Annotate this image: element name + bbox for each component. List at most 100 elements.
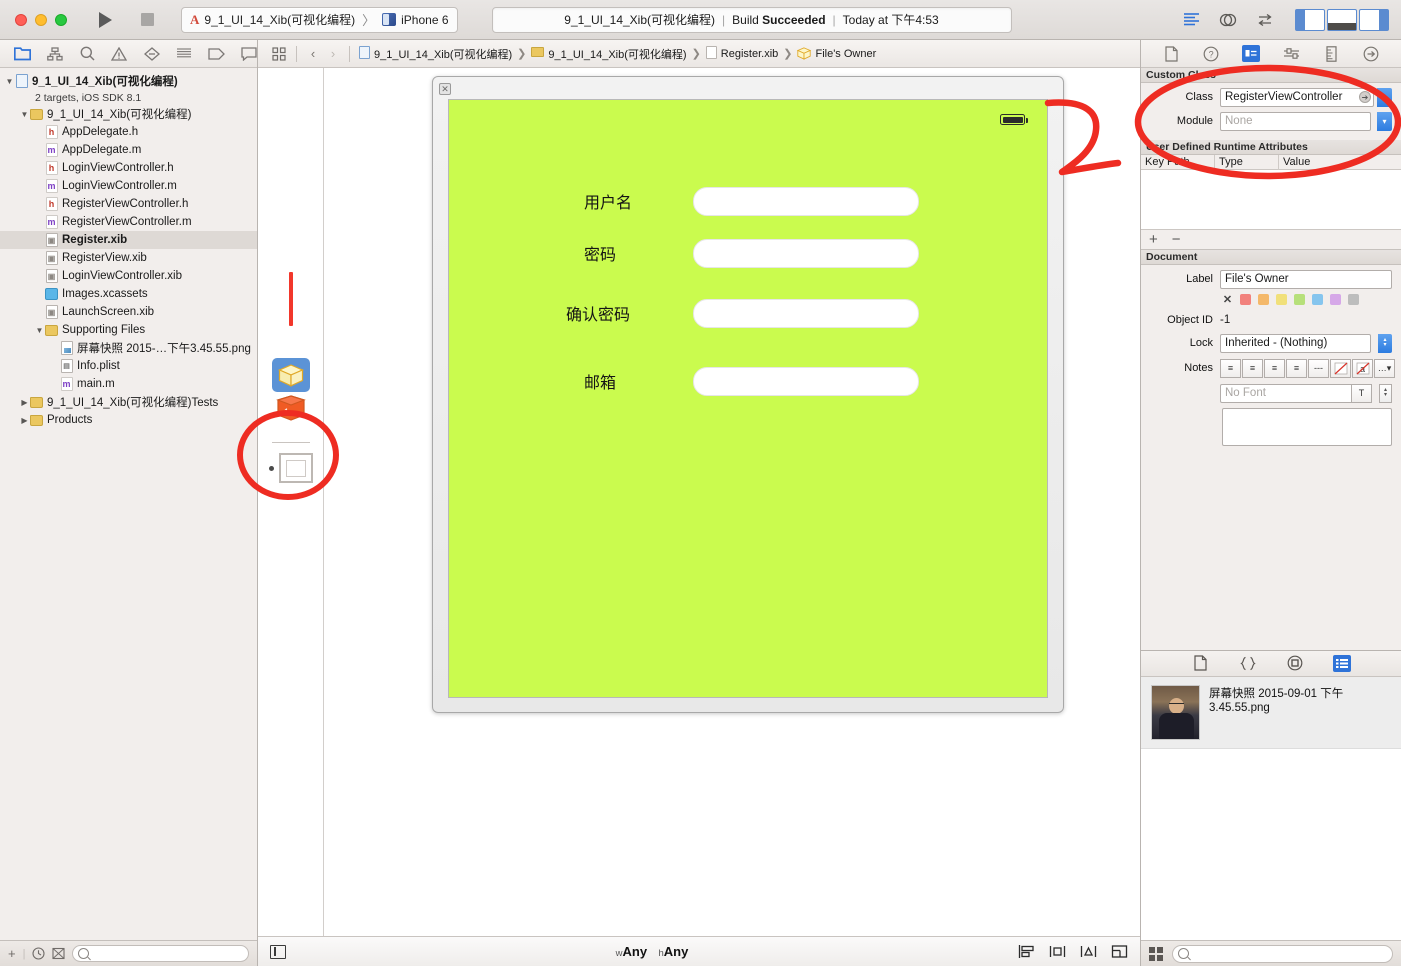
recent-files-filter-button[interactable] <box>32 947 46 960</box>
standard-editor-button[interactable] <box>1174 8 1208 32</box>
close-icon[interactable]: ✕ <box>439 83 451 95</box>
tab-connections-inspector[interactable] <box>1362 45 1380 62</box>
class-combo-arrow[interactable]: ▾ <box>1377 87 1392 107</box>
tree-row[interactable]: ▶ 9_1_UI_14_Xib(可视化编程)Tests <box>0 393 257 411</box>
notes-textarea[interactable] <box>1222 408 1392 446</box>
breadcrumb-item[interactable]: 9_1_UI_14_Xib(可视化编程) <box>528 46 689 62</box>
form-text-field[interactable] <box>693 298 919 328</box>
color-swatch[interactable] <box>1312 293 1323 305</box>
project-file-tree[interactable]: ▼ 9_1_UI_14_Xib(可视化编程) 2 targets, iOS SDK … <box>0 68 257 940</box>
lock-field-input[interactable]: Inherited - (Nothing) <box>1220 333 1371 353</box>
label-field-input[interactable]: File's Owner <box>1220 269 1392 289</box>
toggle-debug-area-button[interactable] <box>1327 8 1357 31</box>
tree-row[interactable]: m RegisterViewController.m <box>0 213 257 231</box>
zoom-window-button[interactable] <box>55 13 67 26</box>
tab-breakpoint-navigator[interactable] <box>208 46 225 62</box>
no-color-icon[interactable] <box>1330 358 1351 378</box>
toggle-navigator-button[interactable] <box>1295 8 1325 31</box>
grid-icon[interactable] <box>1149 946 1163 961</box>
tree-row[interactable]: m main.m <box>0 375 257 393</box>
resolve-issues-button[interactable] <box>1080 944 1097 959</box>
size-class-indicator[interactable]: wAny hAny <box>286 944 1018 959</box>
align-center-icon[interactable]: ≡ <box>1242 358 1263 378</box>
class-jump-icon[interactable]: ➔ <box>1359 91 1371 103</box>
version-editor-button[interactable] <box>1248 8 1282 32</box>
tab-debug-navigator[interactable] <box>176 46 192 62</box>
minimize-window-button[interactable] <box>35 13 47 26</box>
color-swatch[interactable] <box>1330 293 1341 305</box>
align-left-icon[interactable]: ≡ <box>1220 358 1241 378</box>
color-swatch[interactable] <box>1258 293 1269 305</box>
tree-row[interactable]: Images.xcassets <box>0 285 257 303</box>
media-library-item[interactable]: 屏幕快照 2015-09-01 下午 3.45.55.png <box>1141 676 1401 749</box>
tab-size-inspector[interactable] <box>1322 45 1340 62</box>
color-swatch[interactable] <box>1294 293 1305 305</box>
tree-row[interactable]: ▣ LaunchScreen.xib <box>0 303 257 321</box>
tree-row[interactable]: ▣ LoginViewController.xib <box>0 267 257 285</box>
font-field-input[interactable]: No Font <box>1220 383 1368 403</box>
run-button[interactable] <box>85 7 125 33</box>
close-window-button[interactable] <box>15 13 27 26</box>
module-combo-arrow[interactable]: ▾ <box>1377 111 1392 131</box>
tree-row[interactable]: h AppDelegate.h <box>0 123 257 141</box>
lock-stepper[interactable]: ▴ ▾ <box>1378 333 1392 353</box>
form-text-field[interactable] <box>693 186 919 216</box>
navigate-forward-button[interactable]: › <box>323 46 343 61</box>
color-swatch[interactable] <box>1348 293 1359 305</box>
tree-row[interactable]: h LoginViewController.h <box>0 159 257 177</box>
source-control-filter-button[interactable] <box>52 947 66 960</box>
tree-row[interactable]: m LoginViewController.m <box>0 177 257 195</box>
dock-view-object[interactable] <box>268 453 313 483</box>
resizing-button[interactable] <box>1111 944 1128 959</box>
assistant-editor-button[interactable] <box>1211 8 1245 32</box>
dock-first-responder[interactable]: 1 <box>275 394 307 422</box>
tab-symbol-navigator[interactable] <box>47 46 63 62</box>
disclosure-triangle[interactable]: ▶ <box>19 416 30 425</box>
navigate-back-button[interactable]: ‹ <box>303 46 323 61</box>
tree-row[interactable]: ▼ Supporting Files <box>0 321 257 339</box>
tab-file-inspector[interactable] <box>1162 45 1180 62</box>
breadcrumb-item[interactable]: Register.xib <box>703 45 781 62</box>
breadcrumb[interactable]: 9_1_UI_14_Xib(可视化编程) ❯ 9_1_UI_14_Xib(可视化编程… <box>356 45 879 62</box>
tree-row[interactable]: ▶ Products <box>0 411 257 429</box>
disclosure-triangle[interactable]: ▶ <box>19 398 30 407</box>
tab-issue-navigator[interactable] <box>111 46 128 62</box>
tab-object-library[interactable] <box>1286 655 1304 672</box>
scheme-selector[interactable]: A 9_1_UI_14_Xib(可视化编程) 〉 iPhone 6 <box>181 6 458 33</box>
navigator-filter-field[interactable] <box>72 945 249 962</box>
tab-test-navigator[interactable] <box>143 46 160 62</box>
breadcrumb-item[interactable]: 9_1_UI_14_Xib(可视化编程) <box>356 45 515 62</box>
align-justify-icon[interactable]: ≡ <box>1286 358 1307 378</box>
runtime-attributes-table[interactable] <box>1141 170 1401 230</box>
form-text-field[interactable] <box>693 238 919 268</box>
tree-row[interactable]: ▼ 9_1_UI_14_Xib(可视化编程) <box>0 105 257 123</box>
tree-row[interactable]: 屏幕快照 2015-…下午3.45.55.png <box>0 339 257 357</box>
view-background[interactable]: 用户名 密码 确认密码 邮箱 <box>448 99 1048 698</box>
breadcrumb-item[interactable]: File's Owner <box>794 47 879 60</box>
label-color-swatches[interactable]: ✕ <box>1141 290 1401 308</box>
tab-identity-inspector[interactable] <box>1242 45 1260 62</box>
stop-button[interactable] <box>127 7 167 33</box>
outline-toggle-icon[interactable] <box>270 944 286 959</box>
tab-code-snippet-library[interactable] <box>1239 655 1257 672</box>
form-text-field[interactable] <box>693 366 919 396</box>
align-button[interactable] <box>1018 944 1035 959</box>
tab-attributes-inspector[interactable] <box>1282 45 1300 62</box>
disclosure-triangle[interactable]: ▼ <box>4 77 15 86</box>
tab-report-navigator[interactable] <box>241 46 257 62</box>
remove-attribute-button[interactable]: − <box>1172 231 1181 248</box>
tree-row[interactable]: h RegisterViewController.h <box>0 195 257 213</box>
tree-row[interactable]: ▣ RegisterView.xib <box>0 249 257 267</box>
tree-row[interactable]: m AppDelegate.m <box>0 141 257 159</box>
add-file-button[interactable]: + <box>8 946 16 961</box>
add-attribute-button[interactable]: + <box>1149 231 1158 248</box>
toggle-utilities-button[interactable] <box>1359 8 1389 31</box>
clear-color-swatch[interactable]: ✕ <box>1222 294 1233 306</box>
color-swatch[interactable] <box>1240 293 1251 305</box>
design-canvas[interactable]: ✕ 用户名 密码 确认密码 邮箱 <box>324 68 1140 936</box>
tree-row[interactable]: ▤ Info.plist <box>0 357 257 375</box>
tree-row-selected[interactable]: ▣ Register.xib <box>0 231 257 249</box>
tab-find-navigator[interactable] <box>79 46 95 62</box>
tab-quick-help[interactable]: ? <box>1202 45 1220 62</box>
media-library-list[interactable]: 屏幕快照 2015-09-01 下午 3.45.55.png <box>1141 676 1401 749</box>
